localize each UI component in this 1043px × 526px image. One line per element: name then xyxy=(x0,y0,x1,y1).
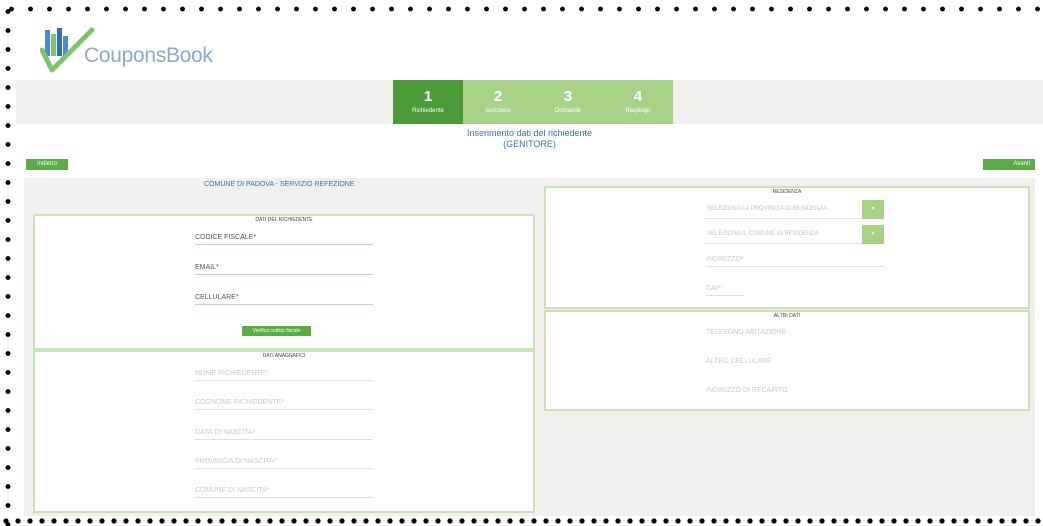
frame-dots-bottom xyxy=(0,516,1043,526)
chevron-down-icon[interactable]: ▾ xyxy=(862,225,884,244)
indirizzo-field[interactable]: INDIRIZZO* xyxy=(706,256,884,267)
step-label: Iscrizione xyxy=(485,107,511,114)
select-value: SELEZIONA IL COMUNE DI RESIDENZA xyxy=(705,225,862,244)
telefono-abitazione-field[interactable]: TELEFONO ABITAZIONE xyxy=(706,329,884,339)
altro-cellulare-field[interactable]: ALTRO CELLULARE xyxy=(706,358,884,368)
chevron-down-icon[interactable]: ▾ xyxy=(862,200,884,219)
frame-dots-left xyxy=(0,0,16,526)
step-4[interactable]: 4 Riepilogo xyxy=(603,80,673,124)
step-number: 3 xyxy=(563,87,573,105)
step-2[interactable]: 2 Iscrizione xyxy=(463,80,533,124)
other-panel-title: ALTRI DATI xyxy=(773,313,801,319)
verify-fiscal-code-button[interactable]: Verifica codice fiscale xyxy=(242,326,311,336)
form-content: COMUNE DI PADOVA - SERVIZIO REFEZIONE DA… xyxy=(24,178,1035,516)
personal-data-panel: DATI ANAGRAFICI NOME RICHIEDENTE* COGNOM… xyxy=(33,350,535,513)
comune-residenza-select[interactable]: SELEZIONA IL COMUNE DI RESIDENZA ▾ xyxy=(705,225,884,244)
step-label: Riepilogo xyxy=(625,107,651,114)
indirizzo-recapito-field[interactable]: INDIRIZZO DI RECAPITO xyxy=(706,387,884,397)
frame-dots-top xyxy=(0,0,1043,18)
page-title-line2: (GENITORE) xyxy=(503,139,556,149)
wizard-stepbar: 1 Richiedente 2 Iscrizione 3 Domande 4 R… xyxy=(16,80,1043,124)
provincia-residenza-select[interactable]: SELEZIONA LA PROVINCIA DI RESIDENZA ▾ xyxy=(705,200,884,219)
provincia-nascita-field[interactable]: PROVINCIA DI NASCITA* xyxy=(195,458,373,469)
step-number: 2 xyxy=(493,87,503,105)
step-3[interactable]: 3 Domande xyxy=(533,80,603,124)
back-button[interactable]: Indietro xyxy=(26,159,68,170)
email-field[interactable]: EMAIL* xyxy=(195,264,373,275)
cellulare-field[interactable]: CELLULARE* xyxy=(195,294,373,305)
next-button[interactable]: Avanti xyxy=(983,159,1035,170)
header: CouponsBook xyxy=(16,18,1043,80)
brand-name: CouponsBook xyxy=(84,44,213,67)
step-label: Richiedente xyxy=(412,107,444,114)
step-number: 1 xyxy=(423,87,433,105)
other-data-panel: ALTRI DATI TELEFONO ABITAZIONE ALTRO CEL… xyxy=(544,310,1030,411)
step-label: Domande xyxy=(554,107,581,114)
page-title: Inserimento dati del richiedente (GENITO… xyxy=(16,128,1043,150)
cap-field[interactable]: CAP* xyxy=(706,285,744,296)
residence-panel-title: RESIDENZA xyxy=(772,189,802,195)
page-title-line1: Inserimento dati del richiedente xyxy=(466,128,593,138)
page: CouponsBook 1 Richiedente 2 Iscrizione 3… xyxy=(16,18,1043,516)
wizard-steps: 1 Richiedente 2 Iscrizione 3 Domande 4 R… xyxy=(393,80,673,124)
brand-logo[interactable]: CouponsBook xyxy=(40,22,213,74)
step-1[interactable]: 1 Richiedente xyxy=(393,80,463,124)
fiscal-panel: DATI DEL RICHIEDENTE CODICE FISCALE* EMA… xyxy=(33,214,535,350)
personal-panel-title: DATI ANAGRAFICI xyxy=(262,353,306,359)
step-number: 4 xyxy=(633,87,643,105)
residence-panel: RESIDENZA SELEZIONA LA PROVINCIA DI RESI… xyxy=(544,186,1030,309)
codice-fiscale-field[interactable]: CODICE FISCALE* xyxy=(195,234,373,245)
comune-nascita-field[interactable]: COMUNE DI NASCITA* xyxy=(195,487,373,498)
cognome-field[interactable]: COGNOME RICHIEDENTE* xyxy=(195,399,373,410)
service-caption: COMUNE DI PADOVA - SERVIZIO REFEZIONE xyxy=(204,181,355,188)
fiscal-panel-title: DATI DEL RICHIEDENTE xyxy=(255,217,313,223)
data-nascita-field[interactable]: DATA DI NASCITA* xyxy=(195,429,373,440)
select-value: SELEZIONA LA PROVINCIA DI RESIDENZA xyxy=(705,200,862,219)
nome-field[interactable]: NOME RICHIEDENTE* xyxy=(195,370,373,381)
